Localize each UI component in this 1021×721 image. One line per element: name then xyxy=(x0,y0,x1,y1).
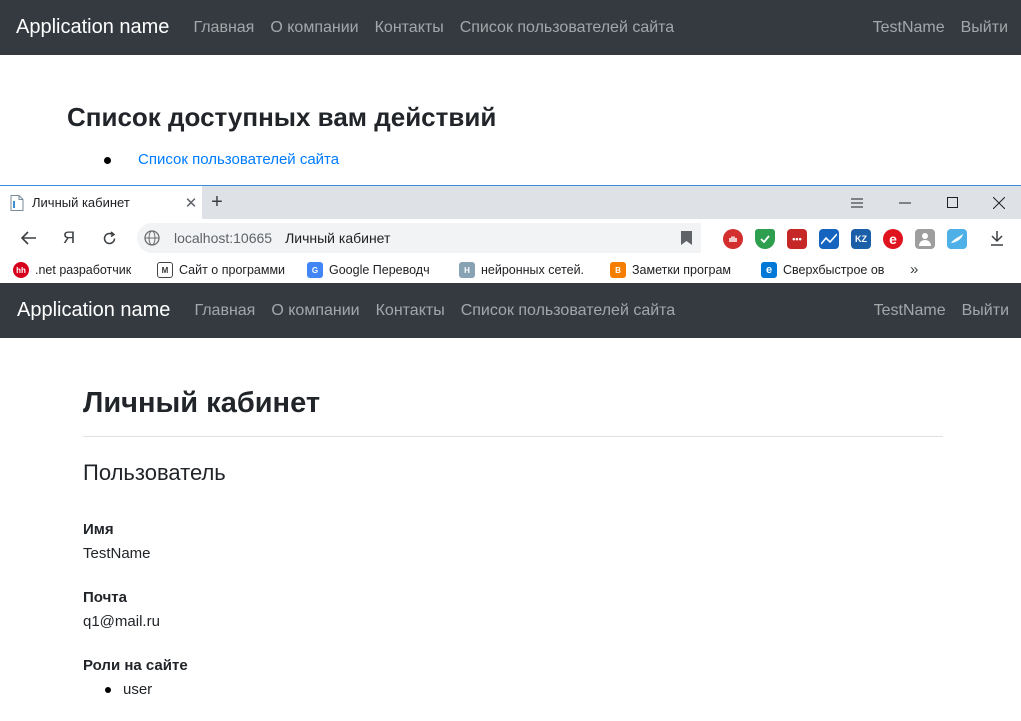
nav-logout[interactable]: Выйти xyxy=(962,302,1009,320)
edge-icon: e xyxy=(761,262,777,278)
maximize-icon[interactable] xyxy=(929,186,975,219)
name-value: TestName xyxy=(83,545,151,562)
profile-extension-icon[interactable] xyxy=(915,229,935,249)
menu-icon[interactable] xyxy=(834,186,880,219)
bookmark-item[interactable]: G Google Переводч xyxy=(307,261,443,279)
bookmark-label: Google Переводч xyxy=(329,263,430,277)
nav-contacts[interactable]: Контакты xyxy=(376,302,445,320)
lastpass-icon[interactable]: ••• xyxy=(787,229,807,249)
divider xyxy=(83,436,943,437)
bookmark-item[interactable]: M Сайт о программи xyxy=(157,261,292,279)
bookmark-label: нейронных сетей. xyxy=(481,263,585,277)
blogger-icon: B xyxy=(610,262,626,278)
background-nav-right: TestName Выйти xyxy=(873,19,1008,37)
shield-icon[interactable] xyxy=(755,229,775,249)
browser-tab-active[interactable]: Личный кабинет ✕ xyxy=(0,186,202,219)
email-label: Почта xyxy=(83,589,127,606)
background-nav-home[interactable]: Главная xyxy=(193,19,254,37)
nav-users[interactable]: Список пользователей сайта xyxy=(461,302,676,320)
roles-label: Роли на сайте xyxy=(83,657,188,674)
address-page-title: Личный кабинет xyxy=(285,230,391,246)
background-page-heading: Список доступных вам действий xyxy=(67,102,497,132)
brand-link[interactable]: Application name xyxy=(17,299,170,322)
roles-list: user xyxy=(83,681,152,698)
kzvk-icon[interactable]: KZ xyxy=(851,229,871,249)
habr-icon: H xyxy=(459,262,475,278)
hh-icon: hh xyxy=(13,262,29,278)
browser-toolbar: Я localhost:10665 Личный кабинет ••• KZ … xyxy=(0,219,1021,257)
globe-icon xyxy=(137,230,167,246)
actions-list: Список пользователей сайта xyxy=(67,151,339,168)
nav-about[interactable]: О компании xyxy=(271,302,359,320)
background-nav-about[interactable]: О компании xyxy=(270,19,358,37)
bookmark-label: .net разработчик xyxy=(35,263,132,277)
bookmark-label: Сверхбыстрое ов xyxy=(783,263,885,277)
adblock-icon[interactable] xyxy=(723,229,743,249)
main-navbar: Application name Главная О компании Конт… xyxy=(0,283,1021,338)
email-value: q1@mail.ru xyxy=(83,613,160,630)
close-tab-icon[interactable]: ✕ xyxy=(180,194,202,212)
browser-window: Личный кабинет ✕ + Я localhost:10665 Лич… xyxy=(0,185,1021,284)
chart-extension-icon[interactable] xyxy=(819,229,839,249)
back-arrow-icon[interactable] xyxy=(15,224,43,252)
bookmark-item[interactable]: e Сверхбыстрое ов xyxy=(761,261,897,279)
minimize-icon[interactable] xyxy=(882,186,928,219)
document-icon xyxy=(10,194,24,211)
section-title: Пользователь xyxy=(83,460,226,485)
e-extension-icon[interactable]: e xyxy=(883,229,903,249)
nav-user[interactable]: TestName xyxy=(874,302,946,320)
bookmarks-bar: hh .net разработчик M Сайт о программи G… xyxy=(0,257,1021,284)
gmail-icon: M xyxy=(157,262,173,278)
bookmark-label: Сайт о программи xyxy=(179,263,286,277)
role-item: user xyxy=(83,681,152,698)
nav-home[interactable]: Главная xyxy=(194,302,255,320)
reload-icon[interactable] xyxy=(95,224,123,252)
new-tab-icon[interactable]: + xyxy=(206,190,228,214)
background-nav-contacts[interactable]: Контакты xyxy=(375,19,444,37)
chevron-double-right-icon[interactable]: » xyxy=(910,261,918,278)
yandex-icon[interactable]: Я xyxy=(55,224,83,252)
background-page-content: Список доступных вам действий Список пол… xyxy=(0,55,1021,185)
background-brand-link[interactable]: Application name xyxy=(16,16,169,39)
close-window-icon[interactable] xyxy=(976,186,1021,219)
bookmark-label: Заметки програм xyxy=(632,263,732,277)
bookmark-item[interactable]: hh .net разработчик xyxy=(13,261,143,279)
nav-right: TestName Выйти xyxy=(874,302,1009,320)
tab-title: Личный кабинет xyxy=(32,195,130,210)
background-nav-logout[interactable]: Выйти xyxy=(961,19,1008,37)
name-label: Имя xyxy=(83,521,114,538)
background-nav-users[interactable]: Список пользователей сайта xyxy=(460,19,675,37)
bird-extension-icon[interactable] xyxy=(947,229,967,249)
download-icon[interactable] xyxy=(983,224,1011,252)
address-bar[interactable]: localhost:10665 Личный кабинет xyxy=(137,223,701,253)
google-translate-icon: G xyxy=(307,262,323,278)
page-title: Личный кабинет xyxy=(83,387,321,419)
action-users-link[interactable]: Список пользователей сайта xyxy=(138,151,339,168)
url-text[interactable]: localhost:10665 xyxy=(174,230,272,246)
actions-list-item: Список пользователей сайта xyxy=(67,151,339,168)
bookmark-item[interactable]: B Заметки програм xyxy=(610,261,745,279)
bookmark-item[interactable]: H нейронных сетей. xyxy=(459,261,592,279)
tab-strip: Личный кабинет ✕ + xyxy=(0,186,1021,219)
background-navbar: Application name Главная О компании Конт… xyxy=(0,0,1021,55)
background-nav-user[interactable]: TestName xyxy=(873,19,945,37)
bookmark-icon[interactable] xyxy=(671,231,701,245)
